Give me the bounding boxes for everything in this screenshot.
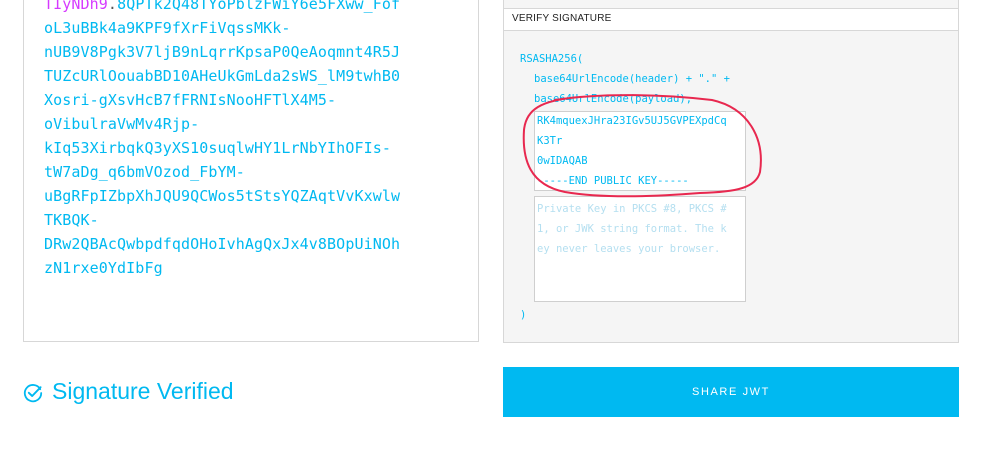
token-separator-dot: . xyxy=(107,0,118,13)
public-key-line: -----END PUBLIC KEY----- xyxy=(537,175,689,187)
token-signature-segment: 8QPTk2Q48TYoPblzFWiY6e5FXww_Fof xyxy=(117,0,401,13)
public-key-line: 0wIDAQAB xyxy=(537,155,588,167)
signature-status: Signature Verified xyxy=(52,378,234,404)
verify-signature-title: VERIFY SIGNATURE xyxy=(512,13,612,24)
token-line: uBgRFpIZbpXhJQU9QCWos5tStsYQZAqtVvKxwlw xyxy=(44,187,401,205)
encoded-token-panel[interactable]: TIyNDh9.8QPTk2Q48TYoPblzFWiY6e5FXww_Fof … xyxy=(23,0,479,342)
token-line: TKBQK- xyxy=(44,211,99,229)
public-key-input[interactable]: RK4mquexJHra23IGv5UJ5GVPEXpdCq K3Tr 0wID… xyxy=(534,111,746,191)
share-jwt-button[interactable]: SHARE JWT xyxy=(503,367,959,417)
token-line: kIq53XirbqkQ3yXS10suqlwHY1LrNbYIhOFIs- xyxy=(44,139,391,157)
private-key-input[interactable]: Private Key in PKCS #8, PKCS # 1, or JWK… xyxy=(534,196,746,302)
check-circle-icon xyxy=(23,384,43,403)
public-key-line: RK4mquexJHra23IGv5UJ5GVPEXpdCq xyxy=(537,115,727,127)
payload-encode-line: base64UrlEncode(payload), xyxy=(534,93,693,105)
algorithm-label: RSASHA256( xyxy=(520,53,584,65)
token-line: nUB9V8Pgk3V7ljB9nLqrrKpsaP0QeAoqmnt4R5J xyxy=(44,43,401,61)
token-payload-segment-end: TIyNDh9 xyxy=(44,0,108,13)
closing-paren: ) xyxy=(520,309,527,321)
token-line: zN1rxe0YdIbFg xyxy=(44,259,163,277)
private-key-placeholder: Private Key in PKCS #8, PKCS # xyxy=(537,203,727,215)
token-line: DRw2QBAcQwbpdfqdOHoIvhAgQxJx4v8BOpUiNOh xyxy=(44,235,401,253)
private-key-placeholder: 1, or JWK string format. The k xyxy=(537,223,727,235)
token-line: TUZcURlOouabBD10AHeUkGmLda2sWS_lM9twhB0 xyxy=(44,67,401,85)
header-encode-line: base64UrlEncode(header) + "." + xyxy=(534,73,730,85)
verify-signature-header: VERIFY SIGNATURE xyxy=(504,8,958,31)
token-line: tW7aDg_q6bmVOzod_FbYM- xyxy=(44,163,245,181)
token-line: TIyNDh9.8QPTk2Q48TYoPblzFWiY6e5FXww_Fof xyxy=(44,0,400,16)
public-key-line: K3Tr xyxy=(537,135,563,147)
token-line: oVibulraVwMv4Rjp- xyxy=(44,115,200,133)
private-key-placeholder: ey never leaves your browser. xyxy=(537,243,721,255)
token-line: oL3uBBk4a9KPF9fXrFiVqssMKk- xyxy=(44,19,291,37)
verify-signature-panel: VERIFY SIGNATURE RSASHA256( base64UrlEnc… xyxy=(503,0,959,343)
token-line: Xosri-gXsvHcB7fFRNIsNooHFTlX4M5- xyxy=(44,91,337,109)
